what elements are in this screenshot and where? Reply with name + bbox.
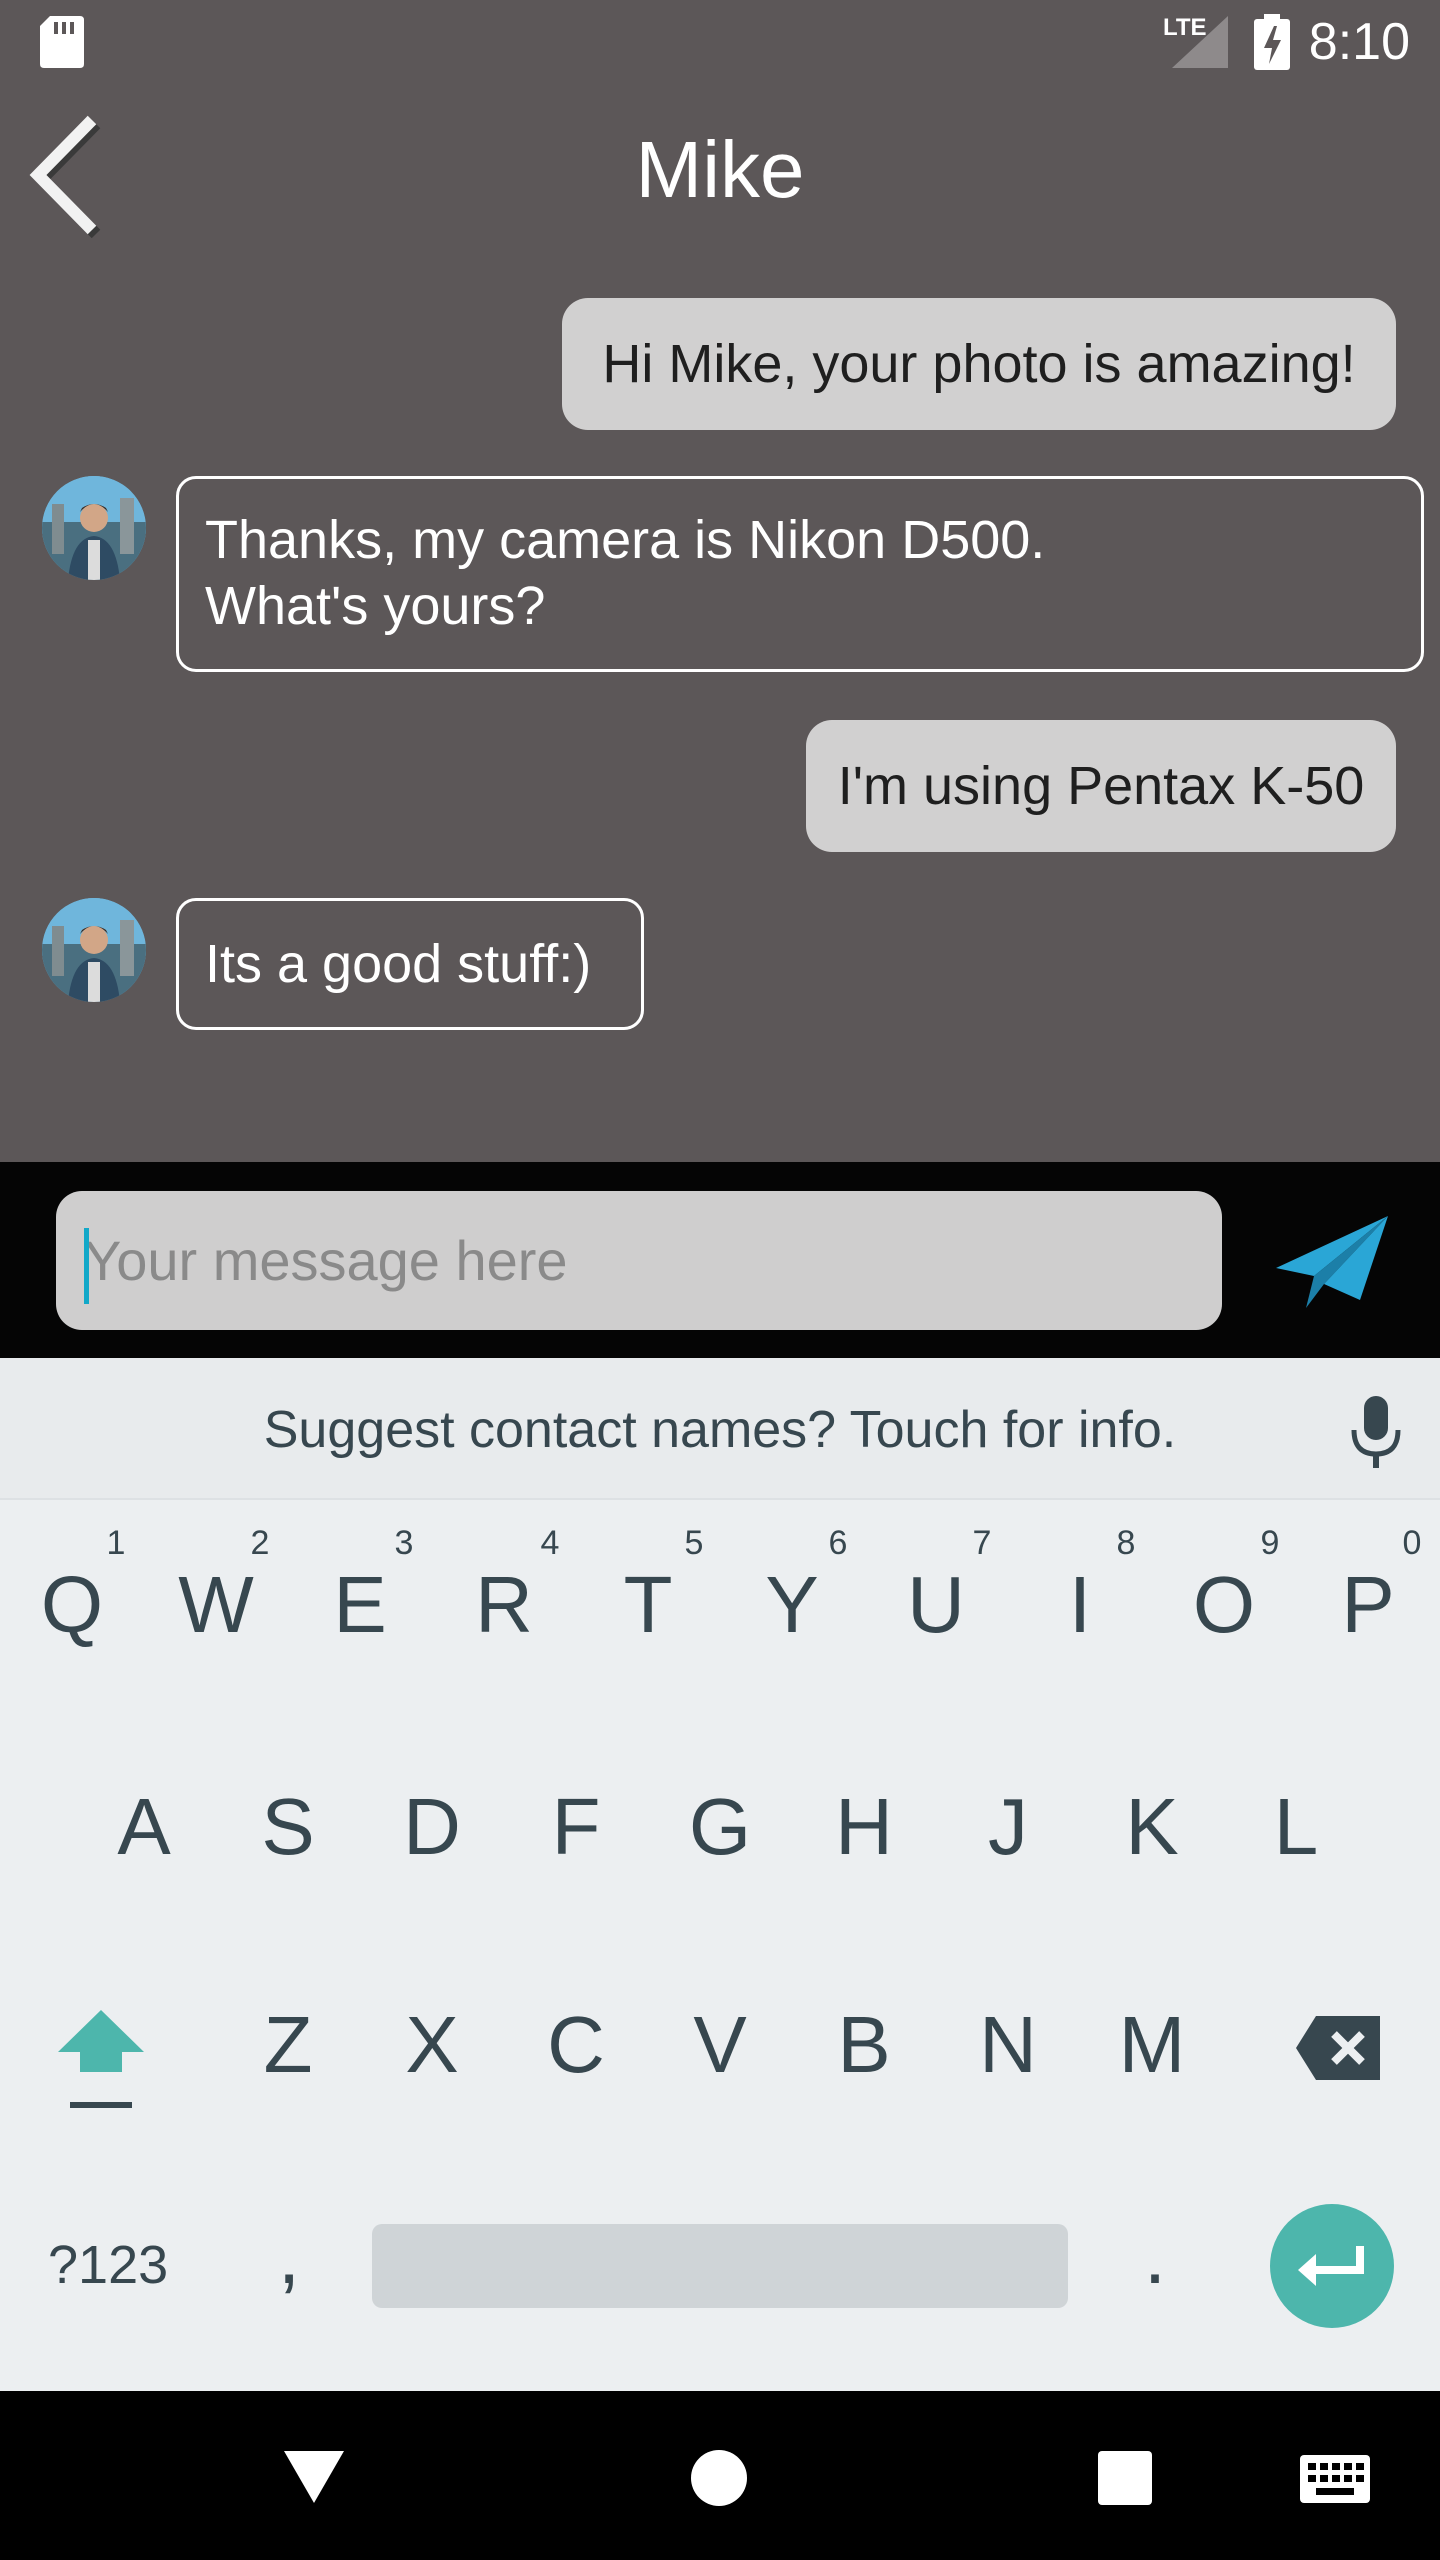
comma-key[interactable]: , [264,2210,314,2302]
avatar-photo [42,898,146,1002]
message-line: What's yours? [205,576,546,636]
key-v[interactable]: V [660,2000,780,2090]
conversation-title: Mike [635,125,805,214]
key-hint: 5 [684,1524,704,1562]
enter-key[interactable] [1270,2204,1394,2328]
message-input[interactable] [56,1191,1222,1330]
key-o[interactable]: O [1164,1560,1284,1650]
avatar-photo [42,476,146,580]
key-e[interactable]: E [300,1560,420,1650]
key-x[interactable]: X [372,2000,492,2090]
sent-message: I'm using Pentax K-50 [806,720,1396,852]
shift-icon[interactable] [56,2010,146,2110]
key-hint: 4 [540,1524,560,1562]
send-button[interactable] [1276,1216,1388,1308]
sd-card-icon [40,16,84,68]
key-g[interactable]: G [660,1782,780,1872]
key-d[interactable]: D [372,1782,492,1872]
key-l[interactable]: L [1236,1782,1356,1872]
navigation-bar [0,2391,1440,2560]
key-b[interactable]: B [804,2000,924,2090]
received-message: Thanks, my camera is Nikon D500. What's … [176,476,1424,672]
key-hint: 3 [394,1524,414,1562]
message-line: Thanks, my camera is Nikon D500. [205,510,1046,570]
key-hint: 0 [1402,1524,1422,1562]
enter-icon [1298,2246,1364,2286]
key-i[interactable]: I [1020,1560,1140,1650]
backspace-icon[interactable] [1296,2016,1380,2080]
signal-icon [1172,16,1228,68]
key-w[interactable]: W [156,1560,276,1650]
microphone-icon[interactable] [1346,1396,1406,1468]
key-k[interactable]: K [1092,1782,1212,1872]
key-f[interactable]: F [516,1782,636,1872]
text-caret [84,1228,89,1304]
avatar[interactable] [42,898,146,1002]
key-hint: 2 [250,1524,270,1562]
keyboard-icon[interactable] [1300,2455,1370,2503]
key-p[interactable]: P [1308,1560,1428,1650]
key-c[interactable]: C [516,2000,636,2090]
key-hint: 8 [1116,1524,1136,1562]
square-recents-icon[interactable] [1098,2451,1152,2505]
key-hint: 1 [106,1524,126,1562]
key-a[interactable]: A [84,1782,204,1872]
period-key[interactable]: . [1130,2210,1180,2302]
battery-charging-icon [1254,14,1290,70]
key-z[interactable]: Z [228,2000,348,2090]
key-t[interactable]: T [588,1560,708,1650]
key-h[interactable]: H [804,1782,924,1872]
key-hint: 7 [972,1524,992,1562]
key-u[interactable]: U [876,1560,996,1650]
paper-plane-icon [1276,1216,1388,1308]
key-hint: 9 [1260,1524,1280,1562]
key-r[interactable]: R [444,1560,564,1650]
key-y[interactable]: Y [732,1560,852,1650]
key-s[interactable]: S [228,1782,348,1872]
status-bar: LTE 8:10 [0,0,1440,84]
avatar[interactable] [42,476,146,580]
received-message: Its a good stuff:) [176,898,644,1030]
clock: 8:10 [1308,13,1410,71]
space-key[interactable] [372,2224,1068,2308]
key-m[interactable]: M [1092,2000,1212,2090]
key-j[interactable]: J [948,1782,1068,1872]
key-n[interactable]: N [948,2000,1068,2090]
key-q[interactable]: Q [12,1560,132,1650]
triangle-back-icon[interactable] [284,2451,344,2507]
suggestion-text[interactable]: Suggest contact names? Touch for info. [0,1400,1440,1460]
key-hint: 6 [828,1524,848,1562]
circle-home-icon[interactable] [690,2449,748,2507]
symbols-key[interactable]: ?123 [48,2230,168,2300]
sent-message: Hi Mike, your photo is amazing! [562,298,1396,430]
